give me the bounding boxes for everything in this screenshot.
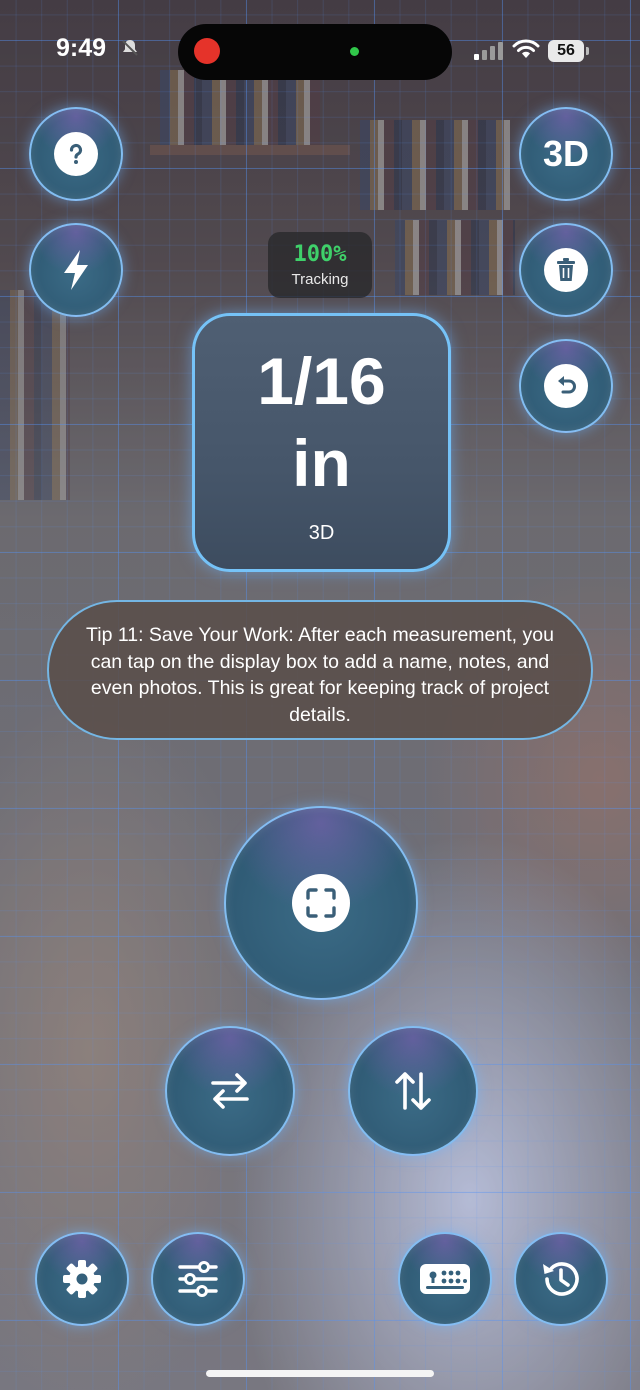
silent-bell-icon bbox=[120, 38, 140, 58]
swap-horizontal-button[interactable] bbox=[165, 1026, 295, 1156]
status-time: 9:49 bbox=[56, 34, 107, 62]
view-3d-label: 3D bbox=[542, 133, 590, 174]
recording-dot-icon bbox=[194, 38, 220, 64]
undo-icon bbox=[544, 364, 588, 408]
wifi-icon bbox=[512, 38, 540, 60]
home-indicator[interactable] bbox=[206, 1370, 434, 1377]
adjust-button[interactable] bbox=[151, 1232, 245, 1326]
swap-vertical-button[interactable] bbox=[348, 1026, 478, 1156]
help-button[interactable] bbox=[29, 107, 123, 201]
keypad-button[interactable] bbox=[398, 1232, 492, 1326]
viewfinder-icon bbox=[292, 874, 350, 932]
measurement-display-box[interactable]: 1/16 in 3D bbox=[192, 313, 451, 572]
settings-button[interactable] bbox=[35, 1232, 129, 1326]
bolt-icon bbox=[64, 250, 88, 290]
history-icon bbox=[543, 1262, 579, 1296]
measurement-mode: 3D bbox=[308, 522, 335, 544]
dynamic-island bbox=[178, 24, 452, 80]
sliders-icon bbox=[178, 1261, 218, 1297]
camera-indicator-icon bbox=[350, 47, 359, 56]
trash-icon bbox=[544, 248, 588, 292]
keypad-icon bbox=[420, 1264, 470, 1294]
tracking-indicator: 100% Tracking bbox=[268, 232, 372, 298]
tracking-percent: 100% bbox=[293, 242, 347, 267]
tip-banner[interactable]: Tip 11: Save Your Work: After each measu… bbox=[47, 600, 593, 740]
measurement-value: 1/16 in bbox=[257, 344, 386, 500]
arrows-horizontal-icon bbox=[211, 1073, 249, 1109]
view-3d-button[interactable]: 3D bbox=[519, 107, 613, 201]
gear-icon bbox=[63, 1260, 101, 1298]
flash-button[interactable] bbox=[29, 223, 123, 317]
tracking-label: Tracking bbox=[291, 271, 349, 288]
undo-button[interactable] bbox=[519, 339, 613, 433]
cellular-signal-icon bbox=[474, 40, 508, 60]
battery-indicator: 56 bbox=[548, 40, 589, 62]
question-icon bbox=[54, 132, 98, 176]
capture-button[interactable] bbox=[224, 806, 418, 1000]
delete-button[interactable] bbox=[519, 223, 613, 317]
arrows-vertical-icon bbox=[395, 1072, 431, 1110]
history-button[interactable] bbox=[514, 1232, 608, 1326]
